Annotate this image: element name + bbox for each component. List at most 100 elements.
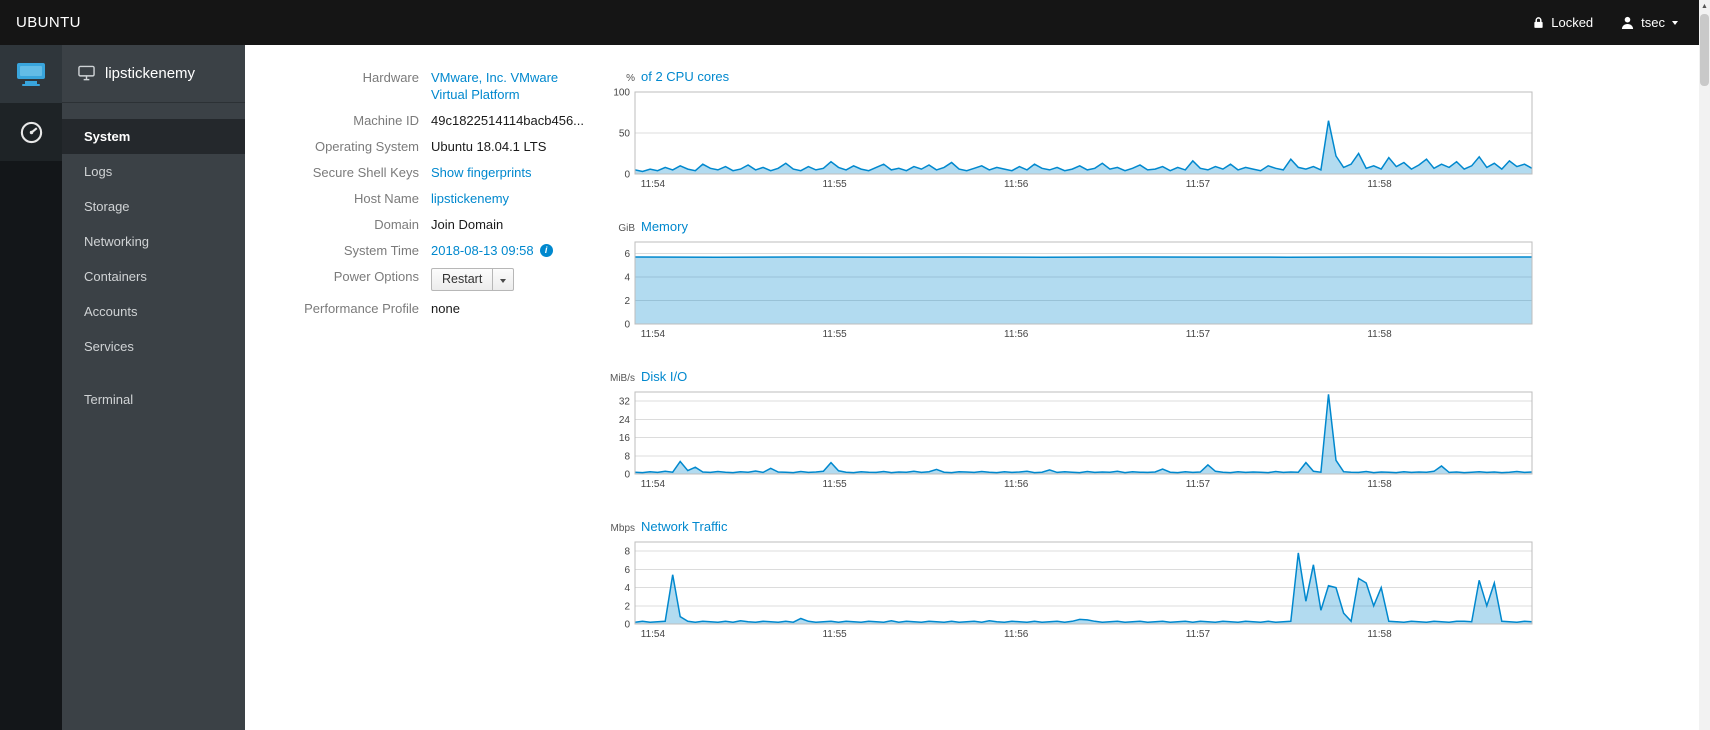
user-icon xyxy=(1621,16,1634,29)
svg-text:11:55: 11:55 xyxy=(822,479,847,490)
svg-text:11:55: 11:55 xyxy=(822,179,847,190)
sidebar-item-networking[interactable]: Networking xyxy=(62,224,245,259)
detail-value: Restart xyxy=(431,268,515,291)
detail-label: Machine ID xyxy=(353,113,419,128)
detail-link-system-time[interactable]: 2018-08-13 09:58 xyxy=(431,242,534,259)
scrollbar[interactable]: ▲ xyxy=(1699,0,1710,730)
svg-text:24: 24 xyxy=(619,415,631,426)
detail-label: System Time xyxy=(343,243,419,258)
svg-text:11:54: 11:54 xyxy=(641,179,666,190)
sidebar-item-services[interactable]: Services xyxy=(62,329,245,364)
detail-link-host-name[interactable]: lipstickenemy xyxy=(431,190,509,207)
detail-row-domain: Domain Join Domain xyxy=(259,216,591,233)
chart-title-link[interactable]: Disk I/O xyxy=(641,369,687,384)
scrollbar-up-arrow[interactable]: ▲ xyxy=(1699,0,1710,13)
chart-unit-label: MiB/s xyxy=(610,373,635,384)
detail-value: 2018-08-13 09:58 i xyxy=(431,242,553,259)
detail-link-secure-shell-keys[interactable]: Show fingerprints xyxy=(431,164,531,181)
usage-charts: % of 2 CPU cores 0 50 100 11:54 11:55 11:56 11:5… xyxy=(591,69,1710,730)
detail-label: Operating System xyxy=(314,139,419,154)
detail-row-machine-id: Machine ID 49c1822514114bacb456... xyxy=(259,112,591,129)
info-icon[interactable]: i xyxy=(539,244,553,257)
scrollbar-thumb[interactable] xyxy=(1700,14,1709,86)
svg-text:11:54: 11:54 xyxy=(641,329,666,340)
layout: lipstickenemy System Logs Storage Networkin… xyxy=(0,45,1710,730)
svg-text:11:55: 11:55 xyxy=(822,329,847,340)
chart-header: Mbps Network Traffic xyxy=(601,519,1710,534)
svg-text:11:55: 11:55 xyxy=(822,629,847,640)
restart-button[interactable]: Restart xyxy=(431,268,494,291)
svg-text:11:57: 11:57 xyxy=(1186,179,1211,190)
chart-of-2-cpu-cores: % of 2 CPU cores 0 50 100 11:54 11:55 11:56 11:5… xyxy=(601,69,1710,196)
chart-header: % of 2 CPU cores xyxy=(601,69,1710,84)
chevron-down-icon xyxy=(500,279,507,283)
svg-text:11:56: 11:56 xyxy=(1004,479,1029,490)
sidebar-item-terminal[interactable]: Terminal xyxy=(62,382,245,417)
sidebar-item-accounts[interactable]: Accounts xyxy=(62,294,245,329)
sidebar-item-containers[interactable]: Containers xyxy=(62,259,245,294)
chart-unit-label: Mbps xyxy=(610,523,635,534)
chart-disk-i-o: MiB/s Disk I/O 0 8 16 24 32 11:54 11:55 11:56 11:5… xyxy=(601,369,1710,496)
svg-text:4: 4 xyxy=(624,273,630,284)
chart-header: GiB Memory xyxy=(601,219,1710,234)
detail-value: lipstickenemy xyxy=(431,190,509,207)
detail-row-performance-profile: Performance Profile none xyxy=(259,300,591,317)
server-icon xyxy=(17,62,45,86)
svg-text:2: 2 xyxy=(624,296,630,307)
chart-title-link[interactable]: of 2 CPU cores xyxy=(641,69,729,84)
chart-svg: 0 8 16 24 32 11:54 11:55 11:56 11:57 11:58 xyxy=(619,391,1533,490)
chart-memory: GiB Memory 0 2 4 6 11:54 11:55 11:56 11:57 11:58 xyxy=(601,219,1710,346)
sidebar-item-system[interactable]: System xyxy=(62,119,245,154)
detail-text-operating-system: Ubuntu 18.04.1 LTS xyxy=(431,139,547,154)
machine-icon-strip xyxy=(0,45,62,730)
chevron-down-icon xyxy=(1672,20,1678,25)
detail-action-domain[interactable]: Join Domain xyxy=(431,216,503,233)
detail-value: Ubuntu 18.04.1 LTS xyxy=(431,138,546,155)
svg-text:0: 0 xyxy=(624,620,630,631)
host-machine-icon[interactable] xyxy=(0,45,62,103)
detail-label: Hardware xyxy=(362,70,419,85)
chart-unit-label: GiB xyxy=(618,223,635,234)
sidebar-item-logs[interactable]: Logs xyxy=(62,154,245,189)
svg-text:11:56: 11:56 xyxy=(1004,179,1029,190)
user-menu-button[interactable]: tsec xyxy=(1607,0,1692,45)
detail-value: none xyxy=(431,300,460,317)
detail-row-system-time: System Time 2018-08-13 09:58 i xyxy=(259,242,591,259)
topbar: UBUNTU Locked tsec xyxy=(0,0,1710,45)
chart-svg: 0 2 4 6 11:54 11:55 11:56 11:57 11:58 xyxy=(624,241,1533,340)
svg-text:11:58: 11:58 xyxy=(1367,179,1392,190)
svg-text:6: 6 xyxy=(624,565,630,576)
detail-value: Join Domain xyxy=(431,216,503,233)
host-header[interactable]: lipstickenemy xyxy=(62,45,245,103)
detail-label: Domain xyxy=(374,217,419,232)
chart-title-link[interactable]: Memory xyxy=(641,219,688,234)
chart-title-link[interactable]: Network Traffic xyxy=(641,519,727,534)
locked-button[interactable]: Locked xyxy=(1519,0,1607,45)
chart-network-traffic: Mbps Network Traffic 0 2 4 6 8 11:54 11:55 11:56 1… xyxy=(601,519,1710,646)
detail-label: Performance Profile xyxy=(304,301,419,316)
locked-label: Locked xyxy=(1551,15,1594,30)
chart-svg: 0 2 4 6 8 11:54 11:55 11:56 11:57 11:58 xyxy=(624,541,1533,640)
detail-link-hardware[interactable]: VMware, Inc. VMware Virtual Platform xyxy=(431,69,581,103)
detail-value: Show fingerprints xyxy=(431,164,531,181)
detail-label: Secure Shell Keys xyxy=(312,165,419,180)
chart-header: MiB/s Disk I/O xyxy=(601,369,1710,384)
svg-text:11:58: 11:58 xyxy=(1367,329,1392,340)
power-options-group: Restart xyxy=(431,268,515,291)
host-name-label: lipstickenemy xyxy=(105,65,196,82)
chart-plot: 0 50 100 11:54 11:55 11:56 11:57 11:58 xyxy=(601,87,1710,196)
detail-row-host-name: Host Name lipstickenemy xyxy=(259,190,591,207)
detail-label: Power Options xyxy=(333,269,419,284)
svg-text:11:54: 11:54 xyxy=(641,629,666,640)
svg-text:11:56: 11:56 xyxy=(1004,329,1029,340)
detail-row-operating-system: Operating System Ubuntu 18.04.1 LTS xyxy=(259,138,591,155)
chart-svg: 0 50 100 11:54 11:55 11:56 11:57 11:58 xyxy=(613,88,1533,190)
restart-dropdown-toggle[interactable] xyxy=(493,268,515,291)
sidebar-item-storage[interactable]: Storage xyxy=(62,189,245,224)
dashboard-nav-icon[interactable] xyxy=(0,103,62,161)
host-server-icon xyxy=(78,65,95,82)
detail-row-hardware: Hardware VMware, Inc. VMware Virtual Plat… xyxy=(259,69,591,103)
detail-text-performance-profile: none xyxy=(431,301,460,316)
svg-text:11:57: 11:57 xyxy=(1186,329,1211,340)
svg-text:8: 8 xyxy=(624,451,630,462)
